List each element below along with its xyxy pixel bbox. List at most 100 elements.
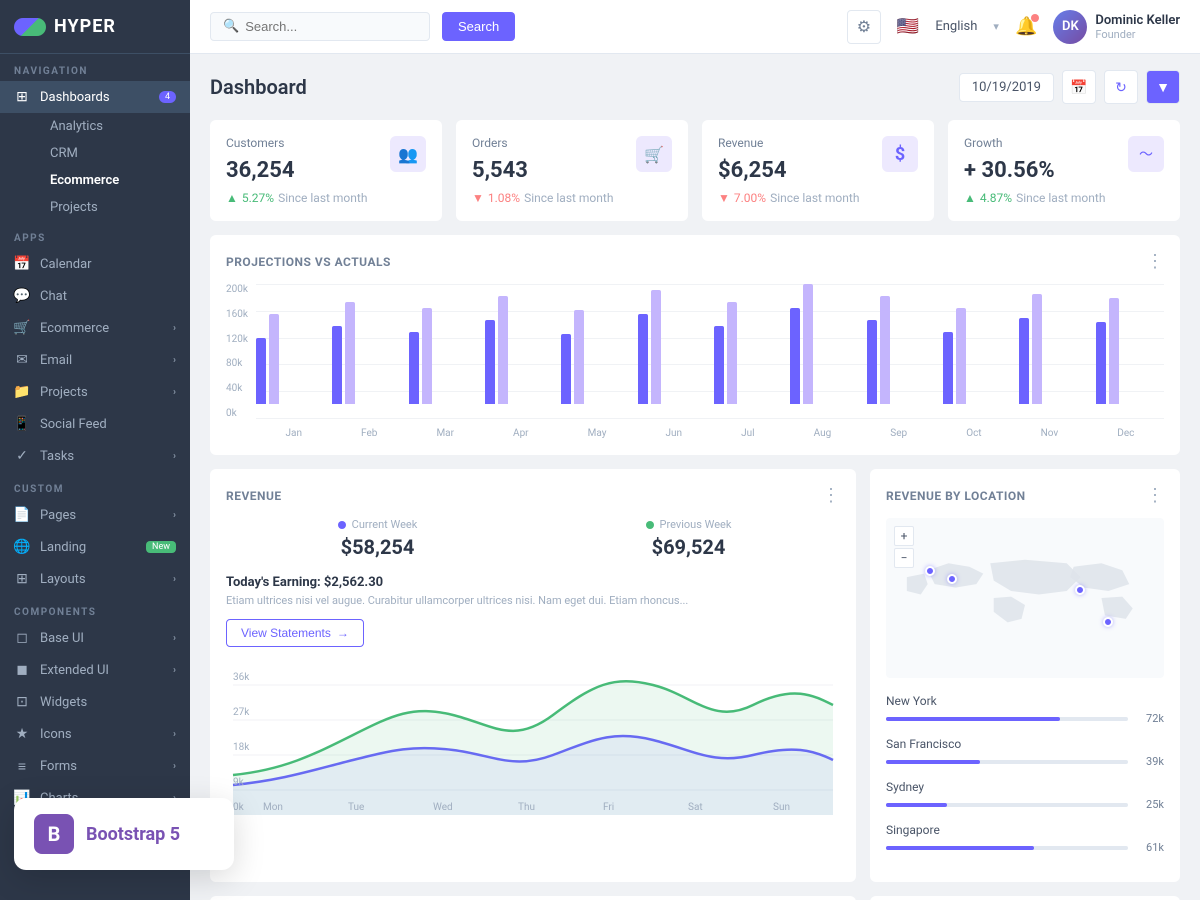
projections-header: PROJECTIONS VS ACTUALS ⋮ (226, 251, 1164, 272)
previous-week-label: Previous Week (537, 518, 840, 531)
current-week-dot (338, 521, 346, 529)
pages-chevron-icon: › (173, 510, 176, 521)
email-chevron-icon: › (173, 355, 176, 366)
bar-group-Nov (1019, 294, 1087, 404)
projected-bar-Apr (498, 296, 508, 404)
main-area: 🔍 Search ⚙ 🇺🇸 English ▾ 🔔 DK Dominic Kel… (190, 0, 1200, 900)
bottom-row: TOTAL SALES Export ↓ Product Price Qty A… (210, 896, 1180, 900)
sidebar-logo: HYPER (0, 0, 190, 54)
extended-ui-label: Extended UI (40, 663, 109, 678)
actual-bar-May (561, 334, 571, 404)
projected-bar-May (574, 310, 584, 404)
sidebar-item-forms[interactable]: ≡ Forms › (0, 750, 190, 782)
sidebar-item-ecommerce-app[interactable]: 🛒 Ecommerce › (0, 312, 190, 344)
projected-bar-Nov (1032, 294, 1042, 404)
sidebar-item-ecommerce[interactable]: Ecommerce (40, 167, 190, 194)
singapore-value: 61k (1136, 841, 1164, 854)
sydney-item: Sydney 25k (886, 780, 1164, 811)
svg-text:Thu: Thu (518, 802, 535, 813)
search-input[interactable] (245, 19, 385, 34)
sidebar: HYPER NAVIGATION ⊞ Dashboards 4 Analytic… (0, 0, 190, 900)
projections-title: PROJECTIONS VS ACTUALS (226, 255, 391, 269)
crm-label: CRM (50, 146, 78, 161)
bar-group-Aug (790, 284, 858, 404)
sidebar-item-dashboards[interactable]: ⊞ Dashboards 4 (0, 81, 190, 113)
earning-title: Today's Earning: $2,562.30 (226, 575, 840, 590)
view-statements-button[interactable]: View Statements → (226, 619, 364, 647)
activity-card: RECENT ACTIVITY ⋮ PB You sold an item Pa… (870, 896, 1180, 900)
page-header: Dashboard 10/19/2019 📅 ↻ ▼ (210, 70, 1180, 104)
growth-up-icon: ▲ (964, 191, 976, 205)
forms-chevron-icon: › (173, 761, 176, 772)
base-ui-icon: ◻ (14, 630, 30, 646)
refresh-button[interactable]: ↻ (1104, 70, 1138, 104)
bootstrap-text: Bootstrap 5 (86, 824, 180, 845)
orders-icon: 🛒 (636, 136, 672, 172)
orders-change: ▼ 1.08% Since last month (472, 191, 672, 205)
tasks-label: Tasks (40, 449, 74, 464)
social-feed-label: Social Feed (40, 417, 107, 432)
sidebar-item-extended-ui[interactable]: ◼ Extended UI › (0, 654, 190, 686)
sidebar-item-analytics[interactable]: Analytics (40, 113, 190, 140)
search-button[interactable]: Search (442, 12, 515, 41)
projections-more-button[interactable]: ⋮ (1146, 251, 1164, 272)
logo-text: HYPER (54, 16, 116, 37)
bar-group-Jan (256, 314, 324, 404)
sidebar-item-projects-app[interactable]: 📁 Projects › (0, 376, 190, 408)
previous-week-value: $69,524 (537, 535, 840, 559)
sidebar-item-projects[interactable]: Projects (40, 194, 190, 221)
dashboards-badge: 4 (159, 91, 176, 103)
forms-label: Forms (40, 759, 77, 774)
actual-bar-Sep (867, 320, 877, 404)
ecommerce-app-label: Ecommerce (40, 321, 109, 336)
new-york-bar (886, 717, 1060, 721)
icons-label: Icons (40, 727, 72, 742)
bar-group-May (561, 310, 629, 404)
actual-bar-Jul (714, 326, 724, 404)
san-francisco-value: 39k (1136, 755, 1164, 768)
svg-text:Sun: Sun (773, 802, 790, 813)
projections-chart: 200k 160k 120k 80k 40k 0k Jan (226, 284, 1164, 439)
svg-text:36k: 36k (233, 672, 250, 683)
location-more-button[interactable]: ⋮ (1146, 485, 1164, 506)
calendar-icon: 📅 (14, 256, 30, 272)
sidebar-item-pages[interactable]: 📄 Pages › (0, 499, 190, 531)
revenue-more-button[interactable]: ⋮ (822, 485, 840, 506)
sidebar-item-layouts[interactable]: ⊞ Layouts › (0, 563, 190, 595)
line-chart: 36k 27k 18k 9k 0k Mon Tue Wed Thu Fri Sa… (226, 655, 840, 815)
projects-icon: 📁 (14, 384, 30, 400)
topbar-right: ⚙ 🇺🇸 English ▾ 🔔 DK Dominic Keller Found… (847, 10, 1180, 44)
svg-text:9k: 9k (233, 777, 245, 788)
email-label: Email (40, 353, 72, 368)
widgets-label: Widgets (40, 695, 87, 710)
y-axis-labels: 200k 160k 120k 80k 40k 0k (226, 284, 248, 419)
language-selector[interactable]: English (935, 19, 977, 34)
sidebar-item-email[interactable]: ✉ Email › (0, 344, 190, 376)
sidebar-item-social-feed[interactable]: 📱 Social Feed (0, 408, 190, 440)
icons-chevron-icon: › (173, 729, 176, 740)
sidebar-item-tasks[interactable]: ✓ Tasks › (0, 440, 190, 472)
projected-bar-Sep (880, 296, 890, 404)
bar-group-Mar (409, 308, 477, 404)
sidebar-item-calendar[interactable]: 📅 Calendar (0, 248, 190, 280)
sidebar-item-landing[interactable]: 🌐 Landing New (0, 531, 190, 563)
sidebar-item-chat[interactable]: 💬 Chat (0, 280, 190, 312)
settings-icon[interactable]: ⚙ (847, 10, 881, 44)
svg-text:Mon: Mon (263, 802, 283, 813)
bootstrap-icon: B (34, 814, 74, 854)
sidebar-item-widgets[interactable]: ⊡ Widgets (0, 686, 190, 718)
logo-icon (14, 18, 46, 36)
sidebar-item-crm[interactable]: CRM (40, 140, 190, 167)
actual-bar-Mar (409, 332, 419, 404)
avatar: DK (1053, 10, 1087, 44)
extended-ui-icon: ◼ (14, 662, 30, 678)
user-info[interactable]: DK Dominic Keller Founder (1053, 10, 1180, 44)
dashboards-submenu: Analytics CRM Ecommerce Projects (0, 113, 190, 221)
filter-button[interactable]: ▼ (1146, 70, 1180, 104)
sidebar-item-icons[interactable]: ★ Icons › (0, 718, 190, 750)
sidebar-item-base-ui[interactable]: ◻ Base UI › (0, 622, 190, 654)
bar-chart-area (256, 284, 1164, 424)
notifications-button[interactable]: 🔔 (1015, 16, 1037, 37)
actual-bar-Feb (332, 326, 342, 404)
calendar-button[interactable]: 📅 (1062, 70, 1096, 104)
